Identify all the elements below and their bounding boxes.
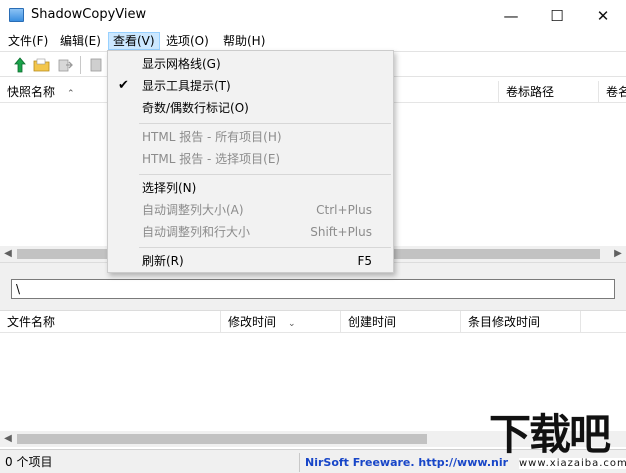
menu-separator: [139, 174, 391, 175]
menu-item-label: HTML 报告 - 所有项目(H): [142, 130, 282, 144]
menu-item-auto-size-columns[interactable]: 自动调整列大小(A) Ctrl+Plus: [109, 199, 392, 221]
minimize-button[interactable]: —: [488, 0, 534, 31]
menu-item-html-report-all[interactable]: HTML 报告 - 所有项目(H): [109, 126, 392, 148]
menu-view[interactable]: 查看(V): [108, 32, 160, 50]
menu-item-odd-even-rows[interactable]: 奇数/偶数行标记(O): [109, 97, 392, 119]
column-volume-name[interactable]: 卷名: [599, 81, 626, 103]
menu-item-choose-columns[interactable]: 选择列(N): [109, 177, 392, 199]
watermark-text: 下载吧: [489, 410, 611, 459]
up-arrow-icon[interactable]: [11, 56, 29, 74]
nirsoft-link[interactable]: NirSoft Freeware. http://www.nir: [305, 453, 508, 472]
scroll-left-icon[interactable]: ◀: [0, 431, 16, 447]
maximize-button[interactable]: ☐: [534, 0, 580, 31]
menu-separator: [139, 123, 391, 124]
copy-files-icon[interactable]: [56, 56, 74, 74]
view-menu-dropdown: 显示网格线(G) ✔ 显示工具提示(T) 奇数/偶数行标记(O) HTML 报告…: [107, 50, 394, 273]
folder-open-icon[interactable]: [33, 56, 51, 74]
menu-item-label: 选择列(N): [142, 181, 197, 195]
file-list-header: 文件名称 修改时间 ⌄ 创建时间 条目修改时间: [0, 311, 626, 333]
column-created-time[interactable]: 创建时间: [341, 311, 461, 333]
menu-item-html-report-selected[interactable]: HTML 报告 - 选择项目(E): [109, 148, 392, 170]
column-snapshot-name-label: 快照名称: [7, 85, 56, 99]
sort-indicator-icon: ⌃: [67, 89, 75, 99]
menu-item-shortcut: Shift+Plus: [310, 225, 372, 239]
check-icon: ✔: [118, 78, 129, 93]
menu-item-refresh[interactable]: 刷新(R) F5: [109, 250, 392, 272]
menu-options[interactable]: 选项(O): [161, 32, 214, 50]
menu-item-shortcut: Ctrl+Plus: [316, 203, 372, 217]
menu-item-label: HTML 报告 - 选择项目(E): [142, 152, 281, 166]
window-title: ShadowCopyView: [31, 7, 147, 22]
item-count: 0 个项目: [0, 453, 300, 472]
menu-bar: 文件(F) 编辑(E) 查看(V) 选项(O) 帮助(H): [0, 31, 626, 51]
toolbar-separator: [80, 56, 81, 74]
watermark-logo: 下载吧 www.xiazaiba.com: [489, 411, 626, 473]
column-file-name[interactable]: 文件名称: [0, 311, 221, 333]
column-entry-modified-time[interactable]: 条目修改时间: [461, 311, 581, 333]
close-button[interactable]: ✕: [580, 0, 626, 31]
column-modified-time[interactable]: 修改时间 ⌄: [221, 311, 341, 333]
menu-help[interactable]: 帮助(H): [218, 32, 270, 50]
properties-icon[interactable]: [87, 56, 105, 74]
title-bar: ShadowCopyView — ☐ ✕: [0, 0, 626, 31]
menu-item-auto-size-columns-rows[interactable]: 自动调整列和行大小 Shift+Plus: [109, 221, 392, 243]
menu-item-label: 自动调整列和行大小: [142, 225, 251, 239]
menu-edit[interactable]: 编辑(E): [55, 32, 106, 50]
scroll-right-icon[interactable]: ▶: [610, 246, 626, 262]
menu-item-label: 显示工具提示(T): [142, 79, 231, 93]
menu-item-label: 显示网格线(G): [142, 57, 221, 71]
sort-indicator-icon: ⌄: [288, 319, 296, 329]
menu-file[interactable]: 文件(F): [3, 32, 53, 50]
menu-separator: [139, 247, 391, 248]
scroll-left-icon[interactable]: ◀: [0, 246, 16, 262]
menu-item-label: 刷新(R): [142, 254, 184, 268]
path-input[interactable]: [11, 279, 615, 299]
menu-item-label: 奇数/偶数行标记(O): [142, 101, 249, 115]
column-modified-time-label: 修改时间: [228, 315, 277, 329]
app-icon: [9, 8, 24, 22]
scroll-thumb[interactable]: [17, 434, 427, 444]
menu-item-shortcut: F5: [357, 254, 372, 268]
watermark-url: www.xiazaiba.com: [519, 458, 626, 469]
column-volume-path[interactable]: 卷标路径: [499, 81, 599, 103]
menu-item-show-gridlines[interactable]: 显示网格线(G): [109, 53, 392, 75]
menu-item-label: 自动调整列大小(A): [142, 203, 244, 217]
menu-item-show-tooltips[interactable]: ✔ 显示工具提示(T): [109, 75, 392, 97]
